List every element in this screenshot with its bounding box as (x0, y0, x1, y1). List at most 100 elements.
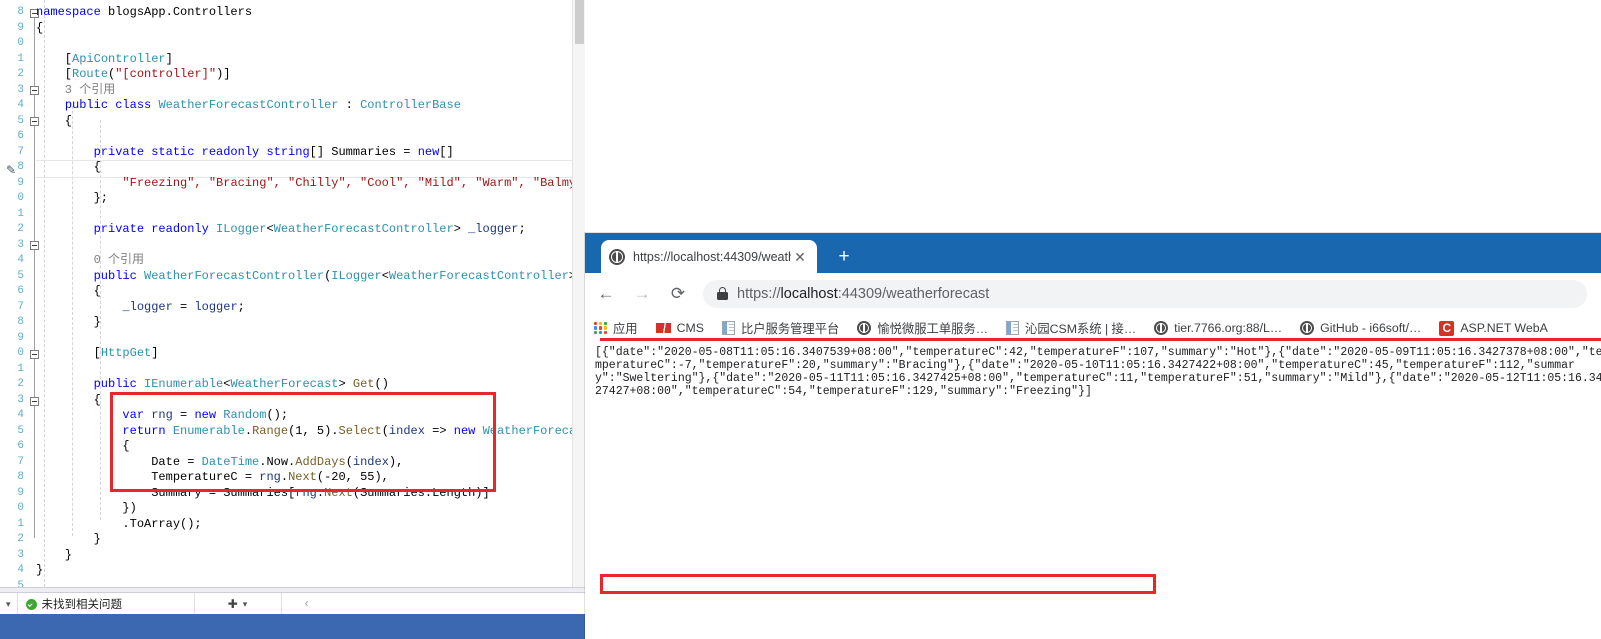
code-token: } (36, 315, 101, 329)
code-token: blogsApp.Controllers (108, 5, 253, 19)
apps-grid-icon (594, 321, 607, 335)
success-check-icon (25, 598, 37, 610)
line-number: 8 (17, 6, 24, 18)
code-token: public class (64, 98, 159, 112)
line-number: 1 (17, 362, 24, 375)
status-issues[interactable]: 未找到相关问题 (18, 593, 195, 615)
code-line: }) (36, 501, 136, 517)
globe-icon (1154, 321, 1169, 335)
line-number: 3 (17, 393, 24, 406)
line-number: 4 (17, 254, 24, 266)
code-token: WeatherForecastController (144, 268, 325, 283)
code-token: [ (36, 346, 101, 360)
bookmark-item[interactable]: 应用 (585, 317, 647, 339)
address-bar[interactable]: https://localhost:44309/weatherforecast (703, 279, 1587, 308)
url-host: localhost (780, 285, 838, 302)
wrench-icon: ✚ (227, 597, 238, 611)
code-text[interactable]: namespace blogsApp.Controllers { [ApiCont… (36, 0, 585, 587)
pencil-edit-marker-icon: ✎ (6, 163, 17, 177)
code-line: [HttpGet] (36, 346, 159, 362)
editor-scrollbar[interactable] (572, 0, 585, 587)
status-nav-back[interactable]: ‹ (282, 593, 332, 615)
bookmark-label: tier.7766.org:88/L… (1174, 321, 1283, 335)
code-token: WeatherForecast (230, 377, 339, 391)
code-token: 3 个引用 (36, 82, 116, 97)
bookmark-label: 愉悦微服工单服务… (877, 322, 989, 336)
code-token: { (36, 160, 101, 174)
line-number: 2 (17, 533, 24, 545)
bookmark-item[interactable]: GitHub - i66soft/… (1291, 317, 1430, 339)
bookmark-item[interactable]: tier.7766.org:88/L… (1145, 317, 1291, 339)
code-token: () (374, 377, 389, 391)
code-line: { (36, 393, 101, 409)
code-editor[interactable]: 8901234567890123456789012345678901234567… (0, 0, 585, 587)
code-token: private static readonly string (93, 144, 310, 159)
code-token: { (36, 20, 44, 35)
code-token: [ (36, 67, 73, 81)
bookmark-label: GitHub - i66soft/… (1320, 321, 1422, 335)
bookmark-item[interactable]: 愉悦微服工单服务… (848, 317, 997, 339)
code-line: public class WeatherForecastController :… (36, 98, 461, 114)
tab-strip: https://localhost:44309/weath ✕ + (585, 233, 1601, 273)
code-token: > (453, 222, 469, 236)
bookmark-label: 应用 (613, 322, 638, 336)
code-token: }; (36, 191, 109, 205)
code-token: ILogger (216, 222, 267, 236)
line-number: 5 (17, 114, 24, 127)
line-number: 3 (17, 238, 24, 251)
code-line: } (36, 548, 72, 564)
back-button[interactable]: ← (591, 279, 621, 309)
status-tool[interactable]: ✚ ▾ (195, 593, 282, 615)
bookmark-item[interactable]: CMS (647, 317, 713, 339)
status-issues-label: 未找到相关问题 (41, 599, 123, 611)
close-icon[interactable]: ✕ (791, 248, 809, 266)
code-token: 0 个引用 (36, 253, 145, 267)
bookmark-label: 沁园CSM系统 | 接… (1025, 322, 1137, 336)
line-number: 6 (17, 130, 24, 142)
browser-tab[interactable]: https://localhost:44309/weath ✕ (601, 240, 817, 273)
doc-icon (721, 321, 735, 335)
code-line: { (36, 21, 43, 37)
code-token: Get (352, 377, 375, 391)
code-token: logger (194, 299, 238, 314)
bookmarks-annotation-line (600, 338, 1601, 341)
bookmark-item[interactable]: 沁园CSM系统 | 接… (997, 317, 1145, 339)
code-token: WeatherForecastController (158, 98, 339, 112)
code-annotation-box (110, 392, 496, 492)
bookmark-item[interactable]: 比户服务管理平台 (713, 317, 848, 339)
browser-tab-title: https://localhost:44309/weath (633, 249, 791, 264)
line-number: 9 (17, 331, 24, 344)
editor-scrollbar-thumb[interactable] (575, 0, 584, 44)
code-token: .ToArray(); (36, 516, 202, 531)
code-line: } (36, 315, 101, 331)
globe-icon (1300, 321, 1315, 335)
code-line: private readonly ILogger<WeatherForecast… (36, 222, 526, 238)
globe-icon (857, 321, 872, 335)
new-tab-button[interactable]: + (833, 247, 855, 269)
code-token: ] (151, 346, 159, 360)
code-token: _logger (122, 299, 173, 314)
editor-status-bar: ▾ 未找到相关问题 ✚ ▾ ‹ (0, 592, 585, 616)
status-dropdown-left[interactable]: ▾ (0, 593, 18, 615)
code-line: "Freezing", "Bracing", "Chilly", "Cool",… (36, 176, 585, 192)
bookmark-item[interactable]: C ASP.NET WebA (1430, 317, 1557, 339)
bookmark-label: 比户服务管理平台 (740, 322, 840, 336)
line-number: 0 (17, 192, 24, 204)
code-token: WeatherForecast (482, 423, 585, 438)
forward-button[interactable]: → (627, 279, 657, 309)
code-token: namespace (36, 5, 109, 19)
line-number: 6 (17, 285, 24, 297)
code-line: { (36, 114, 72, 130)
code-line: [ApiController] (36, 52, 173, 68)
code-line: public WeatherForecastController(ILogger… (36, 269, 585, 285)
code-line: public IEnumerable<WeatherForecast> Get(… (36, 377, 389, 393)
code-line: 3 个引用 (36, 83, 115, 99)
line-number: 3 (17, 83, 24, 96)
page-content[interactable]: [{"date":"2020-05-08T11:05:16.3407539+08… (585, 342, 1601, 639)
line-number: 9 (17, 21, 24, 34)
reload-button[interactable]: ⟳ (663, 279, 693, 309)
line-number: 0 (17, 347, 24, 359)
code-token: } (36, 532, 101, 546)
